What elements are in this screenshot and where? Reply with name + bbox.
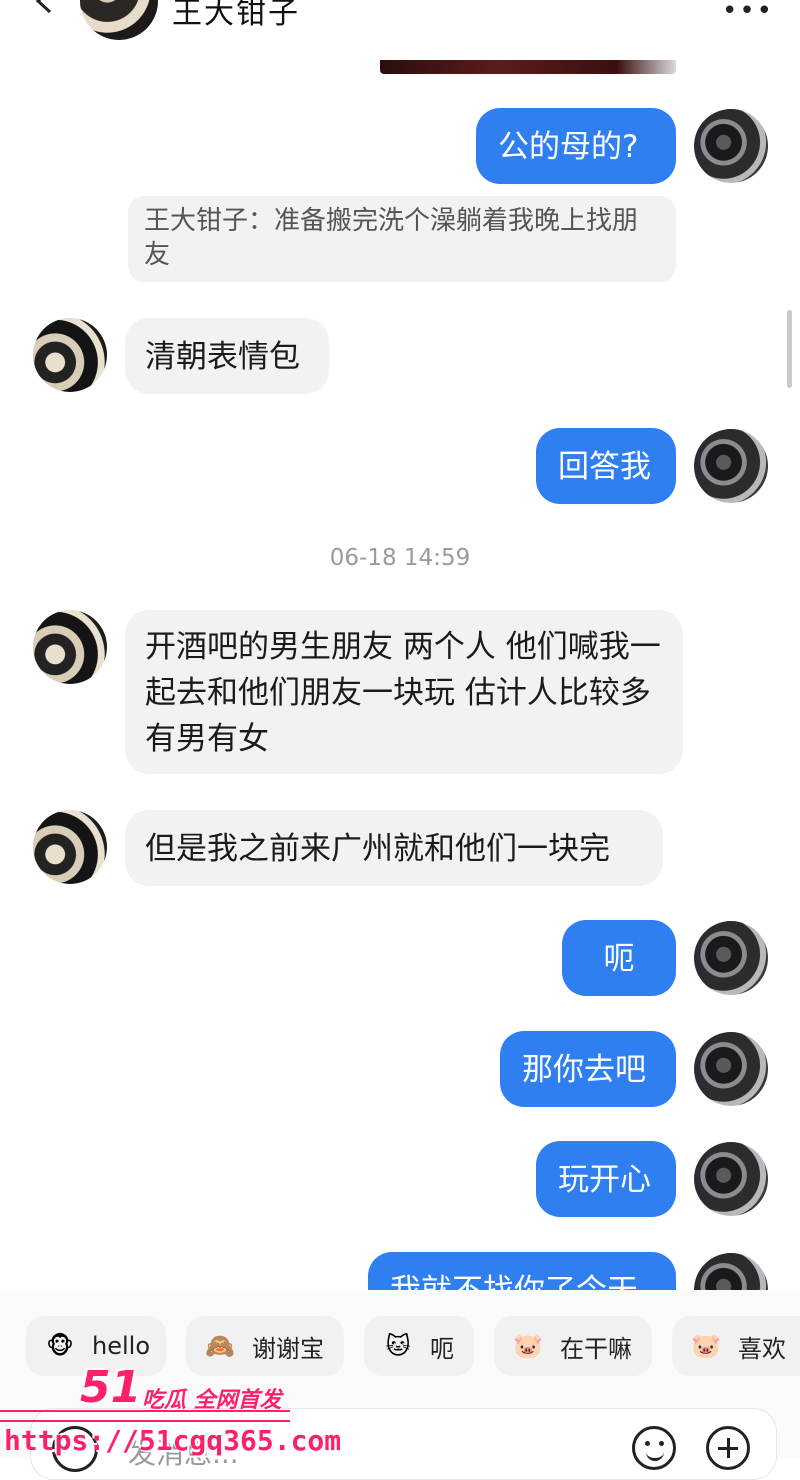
pig-heart-sticker-icon: 🐷 — [691, 1332, 721, 1360]
monkey-flower-sticker-icon: 🙈 — [205, 1332, 235, 1360]
message-bubble-outgoing[interactable]: 公的母的? — [476, 108, 676, 184]
quick-reply-chip[interactable]: 🐱 呃 — [364, 1316, 474, 1376]
quick-reply-chip[interactable]: 🐷 在干嘛 — [494, 1316, 652, 1376]
my-avatar[interactable] — [694, 109, 768, 183]
watermark-logo: 51 — [80, 1362, 142, 1413]
quick-reply-label: 在干嘛 — [560, 1334, 632, 1363]
message-bubble-outgoing[interactable]: 呃 — [562, 920, 676, 996]
message-bubble-incoming[interactable]: 清朝表情包 — [125, 318, 329, 394]
message-bubble-outgoing[interactable]: 玩开心 — [536, 1141, 676, 1217]
chevron-left-icon[interactable] — [30, 0, 60, 16]
message-bubble-outgoing[interactable]: 回答我 — [536, 428, 676, 504]
watermark-url: https://51cgq365.com — [4, 1424, 342, 1457]
my-avatar[interactable] — [694, 1032, 768, 1106]
my-avatar[interactable] — [694, 921, 768, 995]
more-dots-icon[interactable]: ••• — [722, 0, 774, 26]
contact-avatar-small[interactable] — [33, 318, 107, 392]
scrollbar[interactable] — [787, 310, 792, 388]
quick-reply-label: 呃 — [430, 1334, 454, 1363]
cat-sticker-icon: 🐱 — [385, 1332, 411, 1360]
message-timestamp: 06-18 14:59 — [329, 545, 471, 571]
chat-header: 王大钳子 ••• — [0, 0, 800, 74]
smile-icon[interactable] — [632, 1426, 676, 1470]
media-message-preview[interactable] — [380, 60, 676, 74]
monkey-sticker-icon: 🐵 — [46, 1332, 74, 1360]
contact-name[interactable]: 王大钳子 — [172, 0, 300, 32]
message-bubble-incoming[interactable]: 开酒吧的男生朋友 两个人 他们喊我一起去和他们朋友一块玩 估计人比较多 有男有女 — [125, 610, 683, 774]
pig-sticker-icon: 🐷 — [513, 1332, 543, 1360]
plus-icon[interactable] — [706, 1426, 750, 1470]
quick-reply-chip[interactable]: 🐷 喜欢 — [672, 1316, 800, 1376]
my-avatar[interactable] — [694, 1142, 768, 1216]
contact-avatar-small[interactable] — [33, 810, 107, 884]
quoted-message[interactable]: 王大钳子：准备搬完洗个澡躺着我晚上找朋友 — [128, 196, 676, 282]
quick-reply-label: 谢谢宝 — [252, 1334, 324, 1363]
message-bubble-outgoing[interactable]: 那你去吧 — [500, 1031, 676, 1107]
message-bubble-incoming[interactable]: 但是我之前来广州就和他们一块完 — [125, 810, 663, 886]
contact-avatar-small[interactable] — [33, 610, 107, 684]
quick-reply-label: hello — [92, 1332, 150, 1360]
quick-reply-label: 喜欢 — [738, 1334, 786, 1363]
my-avatar[interactable] — [694, 429, 768, 503]
quick-reply-chip[interactable]: 🙈 谢谢宝 — [186, 1316, 344, 1376]
contact-avatar[interactable] — [80, 0, 158, 40]
watermark-lines — [0, 1410, 290, 1422]
